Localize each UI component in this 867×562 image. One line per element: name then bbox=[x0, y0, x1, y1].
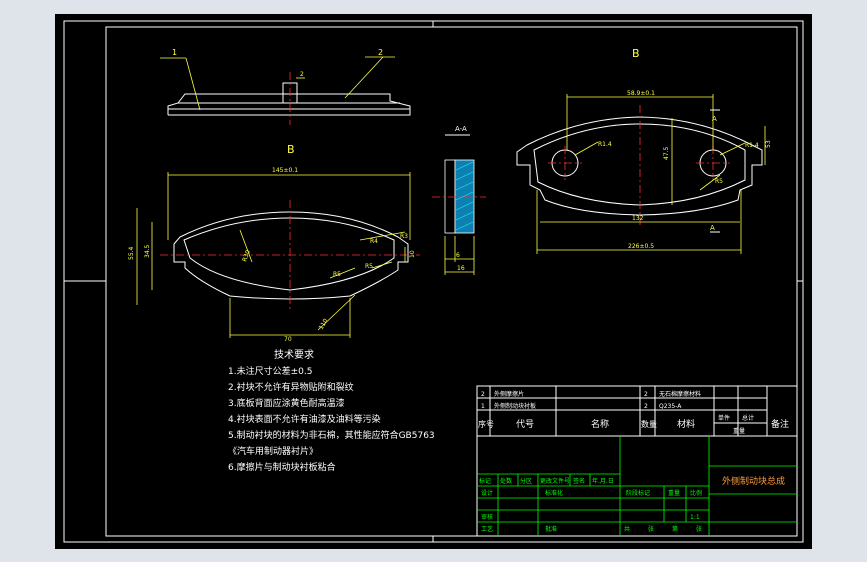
dim-34-5: 34.5 bbox=[144, 244, 151, 258]
hdr-code: 代号 bbox=[516, 419, 534, 430]
dim-226: 226±0.5 bbox=[628, 243, 654, 250]
lbl-standard: 标准化 bbox=[545, 489, 563, 497]
bom-mat-1: Q235-A bbox=[659, 403, 682, 410]
dim-r4: R4 bbox=[370, 238, 378, 245]
hdr-note: 备注 bbox=[771, 418, 789, 430]
dim-70: 70 bbox=[284, 336, 292, 343]
dim-47-5: 47.5 bbox=[663, 146, 670, 160]
hdr-material: 材料 bbox=[677, 418, 695, 430]
hdr-name: 名称 bbox=[591, 418, 609, 430]
bom-name-1: 外侧制动块衬板 bbox=[494, 402, 536, 410]
dim-16: 16 bbox=[457, 265, 465, 272]
dim-r3: R3 bbox=[400, 233, 408, 240]
dim-132: 132 bbox=[632, 215, 644, 222]
lbl-mark: 标记 bbox=[479, 477, 491, 485]
view-label-b-right: B bbox=[632, 47, 640, 60]
tech-item-2: 2.衬块不允许有异物贴附和裂纹 bbox=[228, 381, 354, 393]
balloon-2b: 2 bbox=[300, 71, 304, 78]
sheet-total-post: 张 bbox=[648, 525, 654, 533]
tech-item-4: 4.衬块表面不允许有油漆及油料等污染 bbox=[228, 413, 381, 425]
lbl-design: 设计 bbox=[481, 489, 493, 497]
scale-value: 1:1 bbox=[690, 514, 700, 521]
bom-name-2: 外侧摩擦片 bbox=[494, 390, 524, 398]
lbl-review: 审核 bbox=[481, 513, 493, 521]
sheet-no-pre: 第 bbox=[672, 525, 678, 533]
lbl-date: 年.月.日 bbox=[592, 477, 614, 485]
bom-seq-1: 1 bbox=[481, 403, 485, 410]
drawing-title: 外侧制动块总成 bbox=[722, 475, 785, 487]
dim-6: 6 bbox=[456, 252, 460, 259]
bom-qty-1: 2 bbox=[644, 403, 648, 410]
dim-145: 145±0.1 bbox=[272, 167, 298, 174]
hdr-seq: 序号 bbox=[478, 419, 494, 429]
section-label: A-A bbox=[455, 125, 467, 133]
view-a2: A bbox=[710, 224, 715, 232]
balloon-2: 2 bbox=[378, 48, 383, 57]
lbl-count: 处数 bbox=[500, 477, 512, 485]
cad-viewer: 1 2 2 B 145±0.1 55.4 34.5 R30 R4 R5 R5 R… bbox=[0, 0, 867, 562]
tech-item-1: 1.未注尺寸公差±0.5 bbox=[228, 365, 312, 377]
dim-r5b: R5 bbox=[365, 263, 373, 270]
sheet-total-pre: 共 bbox=[624, 525, 630, 533]
tech-title: 技术要求 bbox=[274, 348, 314, 361]
dim-58-9: 58.9±0.1 bbox=[627, 90, 655, 97]
tech-item-3: 3.底板背面应涂黄色耐高温漆 bbox=[228, 397, 345, 409]
balloon-1: 1 bbox=[172, 48, 177, 57]
lbl-weight: 重量 bbox=[668, 489, 680, 497]
view-a1: A bbox=[712, 115, 717, 123]
bom-seq-2: 2 bbox=[481, 391, 485, 398]
dim-r1-4b: R1.4 bbox=[745, 142, 759, 149]
lbl-stage: 阶段标记 bbox=[626, 489, 650, 497]
bom-qty-2: 2 bbox=[644, 391, 648, 398]
hdr-unit: 单件 bbox=[718, 414, 730, 422]
drawing-viewport[interactable]: 1 2 2 B 145±0.1 55.4 34.5 R30 R4 R5 R5 R… bbox=[0, 0, 867, 562]
tech-item-5: 5.制动衬块的材料为非石棉，其性能应符合GB5763 bbox=[228, 429, 435, 441]
view-label-b-left: B bbox=[287, 143, 295, 156]
tech-item-5b: 《汽车用制动器衬片》 bbox=[228, 445, 318, 457]
dim-r1-4a: R1.4 bbox=[598, 141, 612, 148]
hdr-weight: 重量 bbox=[733, 427, 745, 435]
lbl-approve: 批准 bbox=[545, 525, 557, 533]
dim-r5a: R5 bbox=[333, 271, 341, 278]
dim-53: 53 bbox=[765, 140, 772, 148]
lbl-process: 工艺 bbox=[481, 525, 493, 533]
lbl-change-doc: 更改文件号 bbox=[540, 477, 570, 485]
lbl-scale: 比例 bbox=[690, 489, 702, 497]
hdr-total: 总计 bbox=[742, 414, 754, 422]
dim-10: 10 bbox=[409, 250, 416, 258]
lbl-sign: 签名 bbox=[573, 477, 585, 485]
cad-drawing: 1 2 2 B 145±0.1 55.4 34.5 R30 R4 R5 R5 R… bbox=[55, 14, 812, 549]
sheet-no-post: 张 bbox=[696, 525, 702, 533]
lbl-zone: 分区 bbox=[520, 477, 532, 485]
hdr-qty: 数量 bbox=[641, 419, 657, 429]
bom-mat-2: 无石棉摩擦材料 bbox=[659, 390, 701, 398]
drawing-sheet bbox=[55, 14, 812, 549]
dim-r5: R5 bbox=[715, 178, 723, 185]
tech-item-6: 6.摩擦片与制动块衬板粘合 bbox=[228, 461, 336, 473]
dim-55-4: 55.4 bbox=[128, 246, 135, 260]
